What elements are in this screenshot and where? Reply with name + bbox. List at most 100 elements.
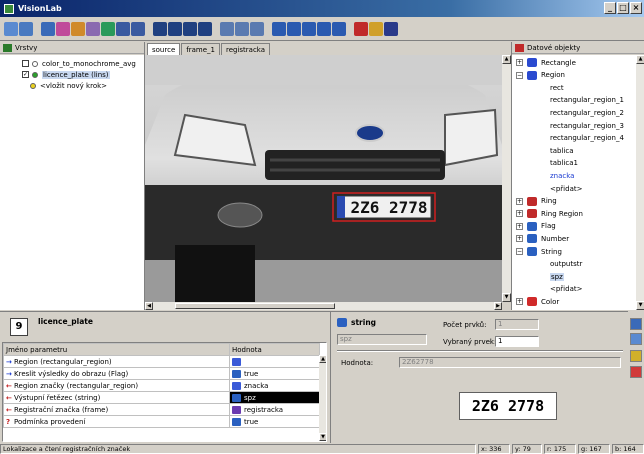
camera4-icon[interactable]: [198, 22, 212, 36]
object-instance-node[interactable]: rectangular_region_1: [550, 95, 624, 106]
layer-checkbox[interactable]: ✓: [22, 71, 29, 78]
layer-item[interactable]: color_to_monochrome_avg: [22, 58, 136, 69]
expand-icon[interactable]: +: [516, 235, 523, 243]
brush-icon[interactable]: [56, 22, 70, 36]
image-view: source frame_1 registracka 2Z6 2778 ▲ ▼ …: [145, 42, 511, 310]
object-type-node[interactable]: + Number: [516, 233, 569, 244]
param-direction-icon: →: [6, 357, 12, 366]
expand-icon[interactable]: +: [516, 59, 523, 66]
layer-checkbox[interactable]: [22, 60, 29, 67]
object-type-node[interactable]: − String: [516, 246, 562, 257]
object-instance-node[interactable]: <přidat>: [550, 183, 582, 194]
param-row[interactable]: ← Region značky (rectangular_region) znack…: [3, 379, 320, 392]
table-icon[interactable]: [630, 333, 642, 345]
zoom-icon[interactable]: [332, 22, 346, 36]
chart-icon[interactable]: [630, 350, 642, 362]
align-icon[interactable]: [220, 22, 234, 36]
new-icon[interactable]: [4, 22, 18, 36]
car-image[interactable]: 2Z6 2778: [145, 55, 502, 302]
param-value[interactable]: true: [244, 418, 258, 426]
pen-icon[interactable]: [41, 22, 55, 36]
grid2-icon[interactable]: [131, 22, 145, 36]
tab-frame-1[interactable]: frame_1: [181, 43, 220, 55]
object-type-node[interactable]: + Color: [516, 296, 559, 307]
param-row[interactable]: → Kreslit výsledky do obrazu (Flag) true: [3, 367, 320, 380]
camera3-icon[interactable]: [183, 22, 197, 36]
alert-icon[interactable]: [630, 366, 642, 378]
open-icon[interactable]: [19, 22, 33, 36]
distribute-icon[interactable]: [235, 22, 249, 36]
view-icon[interactable]: [630, 318, 642, 330]
step-title: licence_plate: [38, 317, 93, 326]
param-row[interactable]: ? Podmínka provedení true: [3, 415, 320, 428]
param-value[interactable]: true: [244, 370, 258, 378]
param-value-header[interactable]: Hodnota: [229, 343, 320, 356]
param-value[interactable]: spz: [244, 394, 256, 402]
object-instance-node[interactable]: znacka: [550, 170, 574, 181]
tool-icon[interactable]: [86, 22, 100, 36]
layer-item[interactable]: <vložit nový krok>: [30, 80, 107, 91]
param-row[interactable]: ← Registrační značka (frame) registracka: [3, 403, 320, 416]
camera2-icon[interactable]: [168, 22, 182, 36]
object-instance-node[interactable]: tablica1: [550, 158, 578, 169]
region-icon: [527, 70, 537, 80]
camera-icon[interactable]: [153, 22, 167, 36]
objects-icon: [515, 43, 524, 52]
object-type-node[interactable]: + Ring Region: [516, 208, 583, 219]
export-icon[interactable]: [369, 22, 383, 36]
object-instance-node[interactable]: outputstr: [550, 259, 582, 270]
tab-registracka[interactable]: registracka: [220, 43, 271, 55]
image-hscrollbar[interactable]: ◀ ▶: [145, 302, 502, 310]
minimize-button[interactable]: _: [604, 2, 616, 14]
image-icon[interactable]: [101, 22, 115, 36]
object-type-node[interactable]: − Region: [516, 70, 565, 81]
param-name-header[interactable]: Jméno parametru: [3, 343, 230, 356]
object-type-node[interactable]: + Flag: [516, 221, 556, 232]
param-direction-icon: ←: [6, 393, 12, 402]
object-instance-node[interactable]: <přidat>: [550, 284, 582, 295]
window4-icon[interactable]: [317, 22, 331, 36]
expand-icon[interactable]: +: [516, 298, 523, 306]
object-type: string: [351, 318, 377, 327]
color-icon[interactable]: [354, 22, 368, 36]
window3-icon[interactable]: [302, 22, 316, 36]
save-icon[interactable]: [384, 22, 398, 36]
window-icon[interactable]: [272, 22, 286, 36]
image-vscrollbar[interactable]: ▲ ▼: [502, 55, 511, 302]
count-field: 1: [495, 319, 539, 330]
objects-vscrollbar[interactable]: ▲ ▼: [636, 55, 644, 310]
number-icon: [527, 234, 537, 244]
object-label: rectangular_region_3: [550, 121, 624, 130]
object-instance-node[interactable]: spz: [550, 271, 564, 282]
object-instance-node[interactable]: rect: [550, 82, 564, 93]
object-instance-node[interactable]: rectangular_region_4: [550, 133, 624, 144]
maximize-button[interactable]: □: [617, 2, 629, 14]
param-value-icon: [232, 405, 241, 414]
tab-source[interactable]: source: [147, 43, 181, 55]
wand-icon[interactable]: [71, 22, 85, 36]
collapse-icon[interactable]: −: [516, 248, 523, 255]
layers-icon: [3, 43, 12, 52]
param-value[interactable]: registracka: [244, 406, 283, 414]
param-row[interactable]: → Region (rectangular_region): [3, 355, 320, 368]
expand-icon[interactable]: +: [516, 222, 523, 230]
ring-icon: [527, 196, 537, 206]
object-instance-node[interactable]: tablica: [550, 145, 574, 156]
object-type-node[interactable]: + Rectangle: [516, 57, 576, 68]
expand-icon[interactable]: +: [516, 210, 523, 218]
param-row[interactable]: ← Výstupní řetězec (string) spz: [3, 391, 320, 404]
object-instance-node[interactable]: rectangular_region_3: [550, 120, 624, 131]
close-button[interactable]: ×: [630, 2, 642, 14]
param-value[interactable]: znacka: [244, 382, 268, 390]
layer-item[interactable]: ✓ licence_plate (lins): [22, 69, 110, 80]
window2-icon[interactable]: [287, 22, 301, 36]
expand-icon[interactable]: +: [516, 197, 523, 205]
object-type-node[interactable]: + Ring: [516, 196, 557, 207]
params-vscrollbar[interactable]: ▲ ▼: [319, 355, 326, 441]
grid-icon[interactable]: [116, 22, 130, 36]
collapse-icon[interactable]: −: [516, 71, 523, 79]
arrange-icon[interactable]: [250, 22, 264, 36]
selected-item-spinner[interactable]: 1: [495, 336, 539, 347]
param-direction-icon: ?: [6, 417, 11, 426]
object-instance-node[interactable]: rectangular_region_2: [550, 107, 624, 118]
